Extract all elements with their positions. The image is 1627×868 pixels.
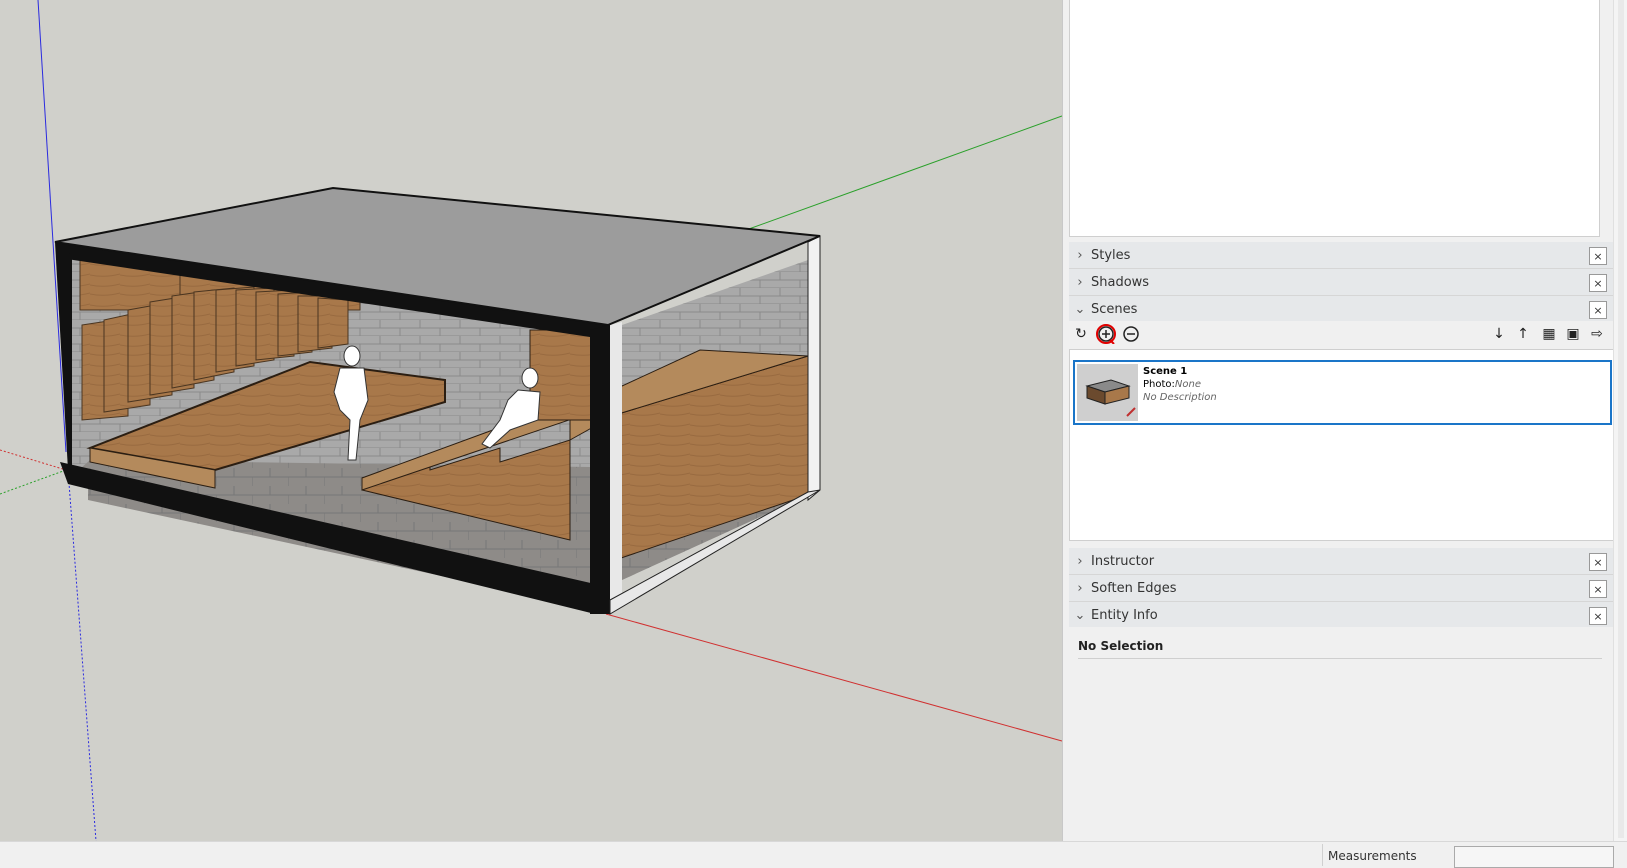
axis-blue-dotted [67,469,97,841]
panel-title: Instructor [1091,553,1155,569]
frame-right-inner [610,322,622,610]
chevron-right-icon: › [1077,580,1083,596]
selection-status: No Selection [1078,639,1164,653]
scene-item[interactable]: Scene 1 Photo:None No Description [1073,360,1612,425]
frame-right-outer [807,235,821,502]
divider [1322,844,1323,866]
axis-red [605,613,1062,742]
chevron-right-icon: › [1077,247,1083,263]
photo-label: Photo: [1143,379,1175,390]
move-down-icon[interactable]: ↓ [1489,324,1509,344]
scenes-list: Scene 1 Photo:None No Description [1069,349,1615,541]
axis-green [745,115,1062,231]
panel-title: Styles [1091,247,1131,263]
close-icon[interactable]: × [1589,553,1607,571]
divider [1078,658,1602,659]
panel-header-scenes[interactable]: ⌄ Scenes × [1069,296,1613,323]
scene-description: No Description [1143,392,1217,403]
close-icon[interactable]: × [1589,301,1607,319]
model-canvas[interactable] [0,0,1062,841]
axis-green-dotted [0,469,67,495]
measurements-label: Measurements [1328,849,1417,863]
chevron-down-icon: ⌄ [1074,301,1086,317]
panel-header-instructor[interactable]: › Instructor × [1069,548,1613,575]
entity-info-body: No Selection [1069,627,1613,841]
axis-red-dotted [0,449,67,471]
export-icon[interactable]: ⇨ [1587,324,1607,344]
close-icon[interactable]: × [1589,247,1607,265]
scene-details-icon[interactable]: ▣ [1563,324,1583,344]
scroll-track[interactable] [1618,0,1624,838]
chevron-right-icon: › [1077,553,1083,569]
close-icon[interactable]: × [1589,607,1607,625]
photo-value: None [1174,379,1201,390]
move-up-icon[interactable]: ↑ [1513,324,1533,344]
model-viewport[interactable] [0,0,1062,841]
panel-header-shadows[interactable]: › Shadows × [1069,269,1613,296]
tray-scrollbar[interactable] [1613,0,1627,841]
status-bar: Measurements [0,841,1627,868]
panel-title: Scenes [1091,301,1138,317]
panel-title: Entity Info [1091,607,1158,623]
axis-blue [37,0,67,453]
measurements-input[interactable] [1454,846,1614,868]
scenes-toolbar: ↻ ↓ ↑ ▦ ▣ ⇨ [1069,321,1613,349]
upper-box [529,329,601,421]
frame-post [590,325,610,614]
frame-left [55,242,72,476]
remove-scene-icon[interactable] [1121,324,1141,344]
chevron-down-icon: ⌄ [1074,607,1086,623]
panel-header-styles[interactable]: › Styles × [1069,242,1613,269]
panel-title: Shadows [1091,274,1150,290]
panel-title: Soften Edges [1091,580,1177,596]
scene-info: Scene 1 Photo:None No Description [1143,365,1217,404]
scene-thumbnail [1077,364,1138,421]
default-tray: › Styles × › Shadows × ⌄ Scenes × ↻ ↓ ↑ … [1062,0,1627,841]
scene-name: Scene 1 [1143,366,1188,377]
add-scene-icon[interactable] [1096,324,1116,344]
view-options-icon[interactable]: ▦ [1539,324,1559,344]
panel-header-soften-edges[interactable]: › Soften Edges × [1069,575,1613,602]
tray-top-panel [1069,0,1600,237]
panel-header-entity-info[interactable]: ⌄ Entity Info × [1069,602,1613,629]
close-icon[interactable]: × [1589,274,1607,292]
close-icon[interactable]: × [1589,580,1607,598]
refresh-icon[interactable]: ↻ [1071,324,1091,344]
chevron-right-icon: › [1077,274,1083,290]
